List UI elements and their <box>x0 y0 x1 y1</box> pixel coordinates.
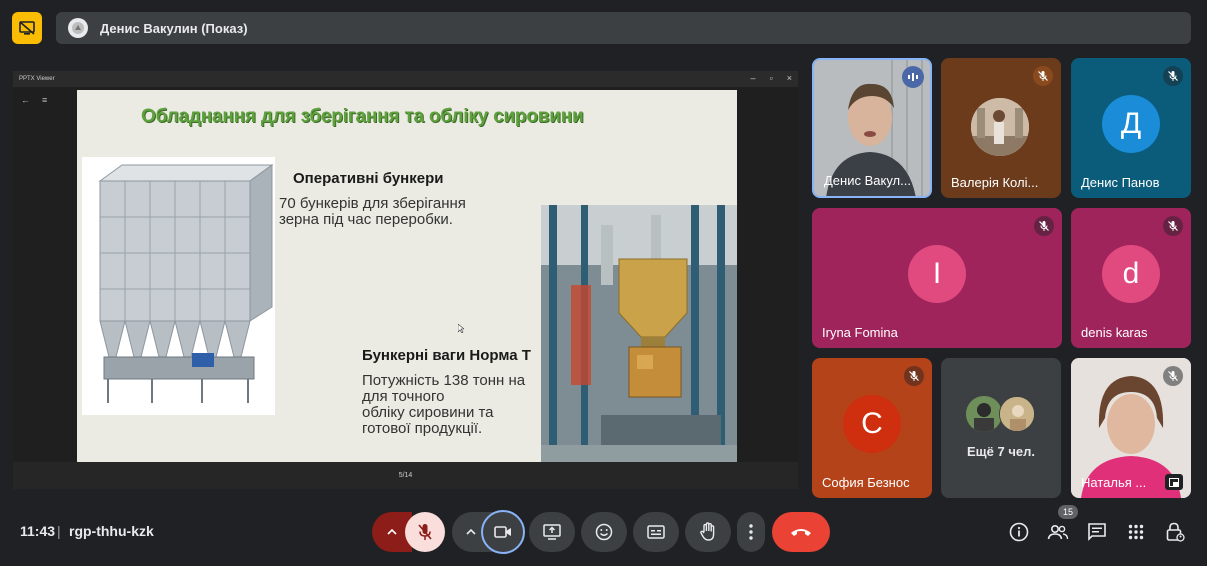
captions-button[interactable] <box>633 512 679 552</box>
participant-thumb <box>966 396 1002 432</box>
viewer-title: PPTX Viewer <box>19 76 55 82</box>
chat-icon <box>1088 523 1106 541</box>
maximize-icon[interactable]: ▫ <box>770 73 773 83</box>
meeting-code: rgp-thhu-kzk <box>69 523 154 539</box>
participant-thumb <box>999 396 1035 432</box>
mouse-cursor-icon <box>458 324 464 333</box>
participant-avatar: Д <box>1102 95 1160 153</box>
more-participants-tile[interactable]: Ещё 7 чел. <box>941 358 1061 498</box>
participant-tile-1[interactable]: Денис Вакул... <box>812 58 932 198</box>
people-button[interactable] <box>1046 520 1070 544</box>
more-options-button[interactable] <box>737 512 765 552</box>
reactions-button[interactable] <box>581 512 627 552</box>
present-stop-icon[interactable] <box>12 12 42 44</box>
mic-off-icon <box>1163 216 1183 236</box>
slide: Обладнання для зберігання та обліку сиро… <box>77 90 737 462</box>
participant-photo <box>971 98 1029 156</box>
presenter-label: Денис Вакулин (Показ) <box>100 20 248 36</box>
apps-grid-icon <box>1128 524 1144 540</box>
silo-image <box>82 157 275 415</box>
captions-icon <box>647 525 665 539</box>
participant-name: Валерія Колі... <box>951 175 1039 190</box>
present-button[interactable] <box>529 512 575 552</box>
mic-off-icon <box>1163 66 1183 86</box>
participant-name: Денис Вакул... <box>824 173 911 188</box>
info-icon <box>1009 522 1029 542</box>
chevron-up-icon <box>466 529 476 535</box>
viewer-titlebar: PPTX Viewer – ▫ × <box>13 71 798 87</box>
slide-text-bunkers: 70 бункерів для зберігання зерна під час… <box>279 195 466 228</box>
slide-text-scales: Потужність 138 тонн на для точного облік… <box>362 372 526 437</box>
activities-button[interactable] <box>1124 520 1148 544</box>
minimize-icon[interactable]: – <box>751 73 756 83</box>
viewer-pagebar: 5/14 <box>13 462 798 489</box>
separator: | <box>57 523 61 539</box>
chevron-up-icon <box>387 529 397 535</box>
slide-heading-bunkers: Оперативні бункери <box>293 170 444 187</box>
shared-screen: PPTX Viewer – ▫ × ← ≡ Обладнання для збе… <box>13 71 798 489</box>
mic-off-icon <box>1034 216 1054 236</box>
end-call-button[interactable] <box>772 512 830 552</box>
participant-name: Iryna Fomina <box>822 325 898 340</box>
participant-tile-6[interactable]: С София Безнос <box>812 358 932 498</box>
clock: 11:43 <box>20 523 56 539</box>
participant-tile-4[interactable]: I Iryna Fomina <box>812 208 1062 348</box>
participant-avatar: С <box>843 395 901 453</box>
hang-up-icon <box>791 529 811 536</box>
page-indicator: 5/14 <box>398 472 413 479</box>
back-arrow-icon[interactable]: ← <box>21 95 30 105</box>
people-icon <box>1047 524 1069 540</box>
camera-icon <box>494 526 511 538</box>
hand-icon <box>700 522 715 541</box>
scale-photo <box>541 205 737 462</box>
more-vert-icon <box>749 524 753 540</box>
participant-name: Наталья ... <box>1081 475 1147 490</box>
close-icon[interactable]: × <box>787 73 792 83</box>
chat-button[interactable] <box>1085 520 1109 544</box>
more-participants-label: Ещё 7 чел. <box>967 444 1035 459</box>
emoji-icon <box>595 523 613 541</box>
host-controls-button[interactable] <box>1163 520 1187 544</box>
lock-person-icon <box>1166 522 1185 542</box>
mic-off-icon <box>1033 66 1053 86</box>
participant-tile-8[interactable]: Наталья ... <box>1071 358 1191 498</box>
mic-off-icon <box>418 524 432 540</box>
speaking-indicator-icon <box>902 66 924 88</box>
mic-toggle-button[interactable] <box>405 512 445 552</box>
meeting-info-button[interactable] <box>1007 520 1031 544</box>
slide-title: Обладнання для зберігання та обліку сиро… <box>141 106 584 127</box>
mic-off-icon <box>1163 366 1183 386</box>
slide-heading-scales: Бункерні ваги Норма Т <box>362 347 531 364</box>
present-screen-icon <box>543 524 561 540</box>
participant-tile-2[interactable]: Валерія Колі... <box>941 58 1061 198</box>
presenter-avatar <box>68 18 88 38</box>
participant-tile-3[interactable]: Д Денис Панов <box>1071 58 1191 198</box>
participant-name: Денис Панов <box>1081 175 1160 190</box>
participant-name: denis karas <box>1081 325 1148 340</box>
mic-off-icon <box>904 366 924 386</box>
presenter-bar: Денис Вакулин (Показ) <box>56 12 1191 44</box>
camera-toggle-button[interactable] <box>481 510 525 554</box>
participant-name: София Безнос <box>822 475 910 490</box>
raise-hand-button[interactable] <box>685 512 731 552</box>
participants-count-badge: 15 <box>1058 505 1078 519</box>
participant-tile-5[interactable]: d denis karas <box>1071 208 1191 348</box>
menu-icon[interactable]: ≡ <box>42 95 47 105</box>
participant-avatar: d <box>1102 245 1160 303</box>
participant-avatar: I <box>908 245 966 303</box>
pin-tile-icon[interactable] <box>1165 474 1183 490</box>
